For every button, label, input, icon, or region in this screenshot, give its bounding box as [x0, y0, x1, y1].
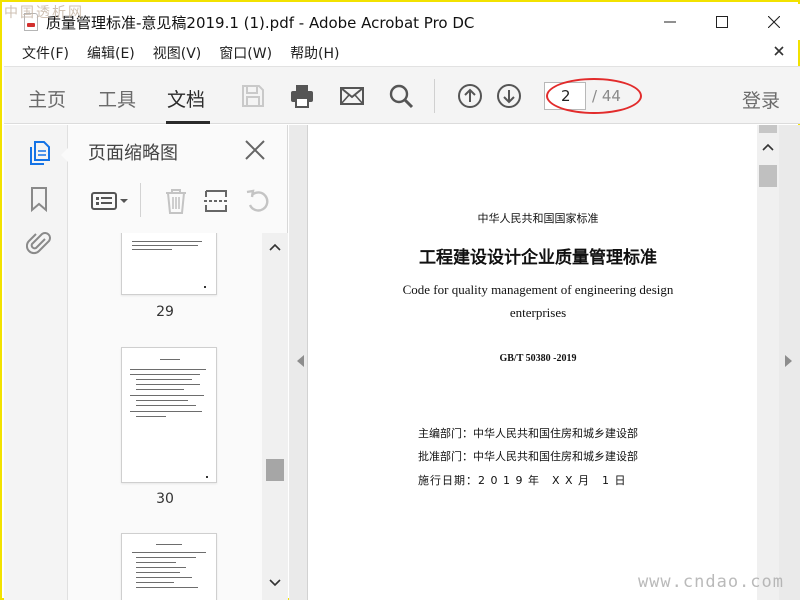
panel-title: 页面缩略图 — [88, 143, 178, 164]
document-scrollbar[interactable] — [757, 125, 779, 600]
thumbnail-page-31[interactable] — [121, 533, 217, 600]
tab-tools[interactable]: 工具 — [98, 85, 136, 112]
bookmarks-button[interactable] — [26, 185, 52, 213]
minimize-button[interactable] — [644, 4, 696, 40]
watermark-top: 中国透析网 — [4, 5, 84, 21]
tab-home[interactable]: 主页 — [28, 85, 66, 112]
delete-icon — [166, 189, 186, 214]
thumbnail-options-icon — [91, 192, 128, 210]
close-panel-button[interactable] — [244, 139, 266, 161]
window-controls — [644, 4, 800, 40]
close-icon — [768, 16, 780, 28]
navigation-rail — [4, 125, 71, 600]
doc-approver: 批准部门：中华人民共和国住房和城乡建设部 — [418, 450, 638, 463]
rotate-icon — [246, 189, 269, 212]
print-icon — [291, 85, 313, 108]
menu-help[interactable]: 帮助(H) — [281, 43, 348, 63]
rotate-page-button[interactable] — [244, 187, 272, 215]
doc-chief-editor: 主编部门：中华人民共和国住房和城乡建设部 — [418, 427, 638, 440]
thumbnail-toolbar — [68, 173, 288, 227]
thumbnail-page-label: 29 — [156, 304, 174, 320]
page-thumbnails-button[interactable] — [26, 139, 52, 167]
thumbnail-page-30[interactable] — [121, 347, 217, 483]
next-page-button[interactable] — [496, 83, 522, 109]
page-down-icon — [497, 84, 521, 108]
page-thumbnails-icon — [30, 141, 50, 165]
menu-edit[interactable]: 编辑(E) — [78, 43, 144, 63]
active-tab-indicator — [166, 121, 210, 124]
maximize-button[interactable] — [696, 4, 748, 40]
menu-view[interactable]: 视图(V) — [144, 43, 211, 63]
login-button[interactable]: 登录 — [742, 86, 780, 113]
thumbnail-list: 29 30 — [68, 233, 262, 600]
save-icon — [242, 85, 264, 107]
collapse-right-pane-icon[interactable] — [785, 355, 792, 367]
scroll-down-icon[interactable] — [269, 577, 281, 589]
maximize-icon — [716, 16, 728, 28]
find-button[interactable] — [388, 83, 414, 109]
attachment-icon — [26, 232, 51, 255]
watermark-bottom: www.cndao.com — [637, 572, 784, 592]
close-document-button[interactable] — [772, 44, 786, 58]
tab-document[interactable]: 文档 — [167, 85, 205, 112]
bookmark-icon — [31, 187, 47, 213]
main-toolbar: 主页 工具 文档 2 / 44 登录 — [4, 66, 800, 124]
thumbnail-scrollbar[interactable] — [262, 233, 288, 600]
page-thumbnails-panel: 页面缩略图 29 30 — [68, 125, 288, 600]
window-title: 质量管理标准-意见稿2019.1 (1).pdf - Adobe Acrobat… — [46, 13, 475, 32]
email-icon — [340, 87, 364, 105]
collapse-left-pane-icon[interactable] — [297, 355, 304, 367]
email-button[interactable] — [339, 83, 365, 109]
scroll-up-icon[interactable] — [269, 241, 281, 253]
thumbnail-page-label: 30 — [156, 491, 174, 507]
scrollbar-thumb[interactable] — [759, 165, 777, 187]
extract-icon — [204, 190, 228, 212]
document-view: 中华人民共和国国家标准 工程建设设计企业质量管理标准 Code for qual… — [289, 125, 800, 600]
toolbar-separator — [434, 79, 435, 113]
scroll-up-icon[interactable] — [762, 141, 774, 153]
menu-window[interactable]: 窗口(W) — [210, 43, 281, 63]
title-bar: 质量管理标准-意见稿2019.1 (1).pdf - Adobe Acrobat… — [4, 4, 800, 40]
doc-title-en-line1: Code for quality management of engineeri… — [402, 282, 674, 297]
thumbnail-toolbar-separator — [140, 183, 141, 217]
close-icon — [245, 140, 265, 160]
app-window: 质量管理标准-意见稿2019.1 (1).pdf - Adobe Acrobat… — [0, 0, 800, 600]
close-icon — [774, 46, 784, 56]
minimize-icon — [664, 21, 676, 23]
print-button[interactable] — [289, 83, 315, 109]
doc-title-en-line2: enterprises — [509, 305, 567, 320]
doc-standard-label: 中华人民共和国国家标准 — [477, 212, 599, 225]
doc-effective-date: 施行日期：2 0 1 9 年 X X 月 1 日 — [418, 474, 627, 487]
attachments-button[interactable] — [26, 229, 52, 257]
previous-page-button[interactable] — [457, 83, 483, 109]
thumbnail-options-button[interactable] — [90, 187, 130, 215]
doc-code: GB/T 50380 -2019 — [499, 353, 577, 364]
doc-title-cn: 工程建设设计企业质量管理标准 — [419, 248, 657, 268]
close-window-button[interactable] — [748, 4, 800, 40]
delete-page-button[interactable] — [162, 187, 190, 215]
page-up-icon — [458, 84, 482, 108]
document-page: 中华人民共和国国家标准 工程建设设计企业质量管理标准 Code for qual… — [307, 125, 767, 600]
save-button[interactable] — [240, 83, 266, 109]
extract-page-button[interactable] — [202, 187, 230, 215]
search-icon — [389, 84, 414, 109]
menu-file[interactable]: 文件(F) — [4, 43, 78, 63]
menu-bar: 文件(F) 编辑(E) 视图(V) 窗口(W) 帮助(H) — [4, 40, 800, 66]
scrollbar-top-cap — [759, 125, 777, 133]
thumbnail-page-29[interactable] — [121, 233, 217, 295]
scrollbar-thumb[interactable] — [266, 459, 284, 481]
highlight-annotation-oval — [546, 78, 642, 114]
